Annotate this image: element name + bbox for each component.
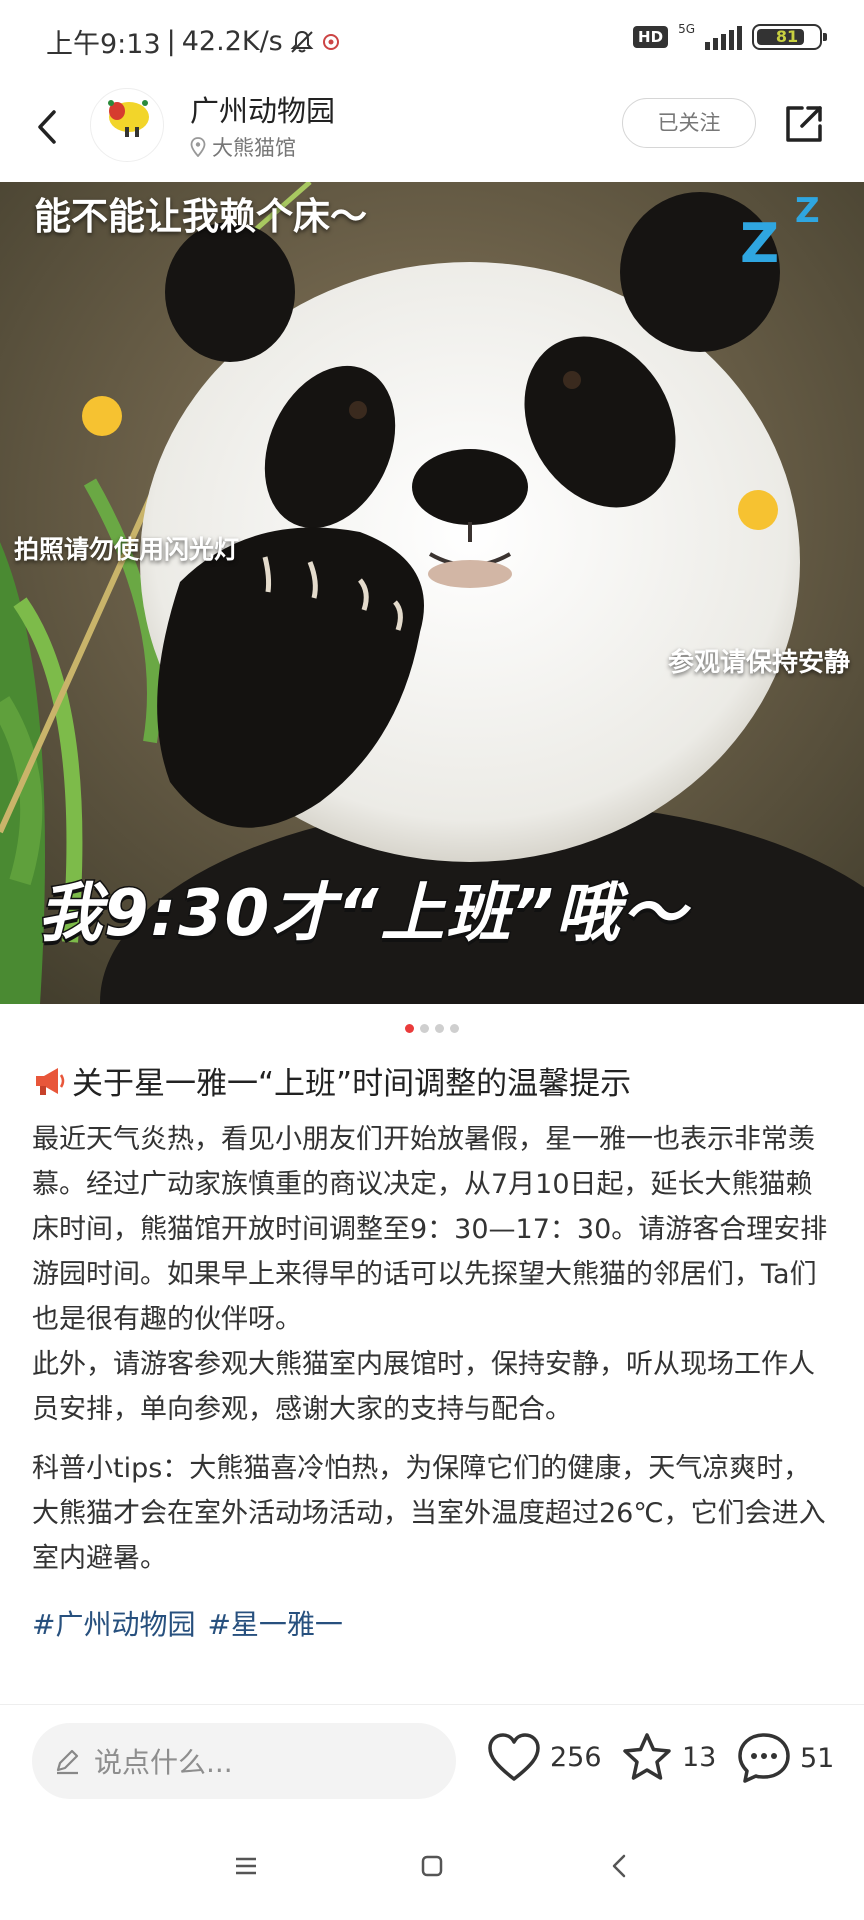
post-paragraph-3: 科普小tips：大熊猫喜冷怕热，为保障它们的健康，天气凉爽时，大熊猫才会在室外活…: [32, 1453, 826, 1574]
status-bar: 上午9:13 | 42.2K/s HD 5G 81: [0, 0, 864, 80]
location-tag[interactable]: 大熊猫馆: [190, 132, 296, 162]
comment-bubble-icon: [738, 1733, 790, 1783]
status-right: HD 5G 81: [633, 22, 827, 50]
menu-nav-button[interactable]: [226, 1846, 266, 1886]
zoo-logo-icon: [108, 100, 149, 137]
battery-icon: 81: [752, 24, 827, 50]
comment-input[interactable]: 说点什么...: [32, 1723, 456, 1799]
hashtag-guangzhou-zoo[interactable]: #广州动物园: [32, 1603, 195, 1643]
status-left: 上午9:13 | 42.2K/s: [46, 22, 341, 61]
pager-dot: [405, 1024, 414, 1033]
hashtag-xingyi-yayi[interactable]: #星一雅一: [207, 1603, 342, 1643]
hashtag-list: #广州动物园 #星一雅一: [32, 1603, 832, 1643]
signal-icon: [705, 24, 742, 50]
avatar[interactable]: [90, 88, 164, 162]
sleep-z-large: Z: [740, 212, 779, 275]
battery-level: 81: [775, 27, 799, 46]
pager-dot: [420, 1024, 429, 1033]
network-type: 5G: [678, 22, 695, 36]
post-image[interactable]: Z Z 能不能让我赖个床～ 拍照请勿使用闪光灯 参观请保持安静 我9:30才“上…: [0, 182, 864, 1004]
pager-dot: [450, 1024, 459, 1033]
star-icon: [623, 1733, 671, 1780]
caption-big: 我9:30才“上班”哦～: [37, 876, 688, 953]
favorite-count: 13: [682, 1741, 717, 1773]
megaphone-icon: [36, 1067, 65, 1095]
hd-badge: HD: [633, 26, 669, 48]
comment-count: 51: [800, 1742, 835, 1774]
home-nav-button[interactable]: [412, 1846, 452, 1886]
caption-flash: 拍照请勿使用闪光灯: [14, 535, 240, 564]
shushing-emoji-icon: [738, 490, 778, 530]
location-label: 大熊猫馆: [212, 136, 296, 160]
like-count: 256: [550, 1741, 602, 1773]
app-notification-icon: [322, 33, 339, 50]
back-button[interactable]: [24, 102, 74, 152]
like-button[interactable]: 256: [486, 1731, 602, 1783]
comment-button[interactable]: 51: [736, 1731, 834, 1785]
follow-button[interactable]: 已关注: [622, 98, 756, 148]
post-title-text: 关于星一雅一“上班”时间调整的温馨提示: [72, 1066, 632, 1102]
post-body: 关于星一雅一“上班”时间调整的温馨提示 最近天气炎热，看见小朋友们开始放暑假，星…: [32, 1058, 832, 1643]
pencil-icon: [56, 1749, 79, 1775]
engagement-bar: 说点什么... 256 13 51: [0, 1704, 864, 1817]
caption-quiet: 参观请保持安静: [667, 648, 850, 678]
caption-top: 能不能让我赖个床～: [34, 195, 367, 238]
pager-dot: [435, 1024, 444, 1033]
favorite-button[interactable]: 13: [620, 1731, 716, 1783]
post-paragraph-2: 此外，请游客参观大熊猫室内展馆时，保持安静，听从现场工作人员安排，单向参观，感谢…: [32, 1349, 815, 1425]
system-nav-bar: [0, 1816, 864, 1920]
post-title: 关于星一雅一“上班”时间调整的温馨提示: [32, 1058, 832, 1103]
sleep-z-small: Z: [795, 191, 820, 231]
bell-muted-icon: [290, 30, 314, 53]
status-divider: |: [166, 26, 176, 57]
account-name[interactable]: 广州动物园: [190, 88, 335, 130]
comment-placeholder: 说点什么...: [94, 1746, 233, 1779]
thinking-emoji-icon: [82, 396, 122, 436]
post-header: 广州动物园 大熊猫馆 已关注: [0, 80, 864, 180]
share-button[interactable]: [780, 100, 828, 148]
back-nav-button[interactable]: [600, 1846, 640, 1886]
heart-icon: [488, 1733, 540, 1781]
post-paragraph-1: 最近天气炎热，看见小朋友们开始放暑假，星一雅一也表示非常羡慕。经过广动家族慎重的…: [32, 1124, 828, 1335]
status-time: 上午9:13: [46, 29, 161, 60]
location-pin-icon: [190, 137, 206, 157]
status-speed: 42.2K/s: [181, 26, 283, 57]
image-pager: [0, 1024, 864, 1033]
